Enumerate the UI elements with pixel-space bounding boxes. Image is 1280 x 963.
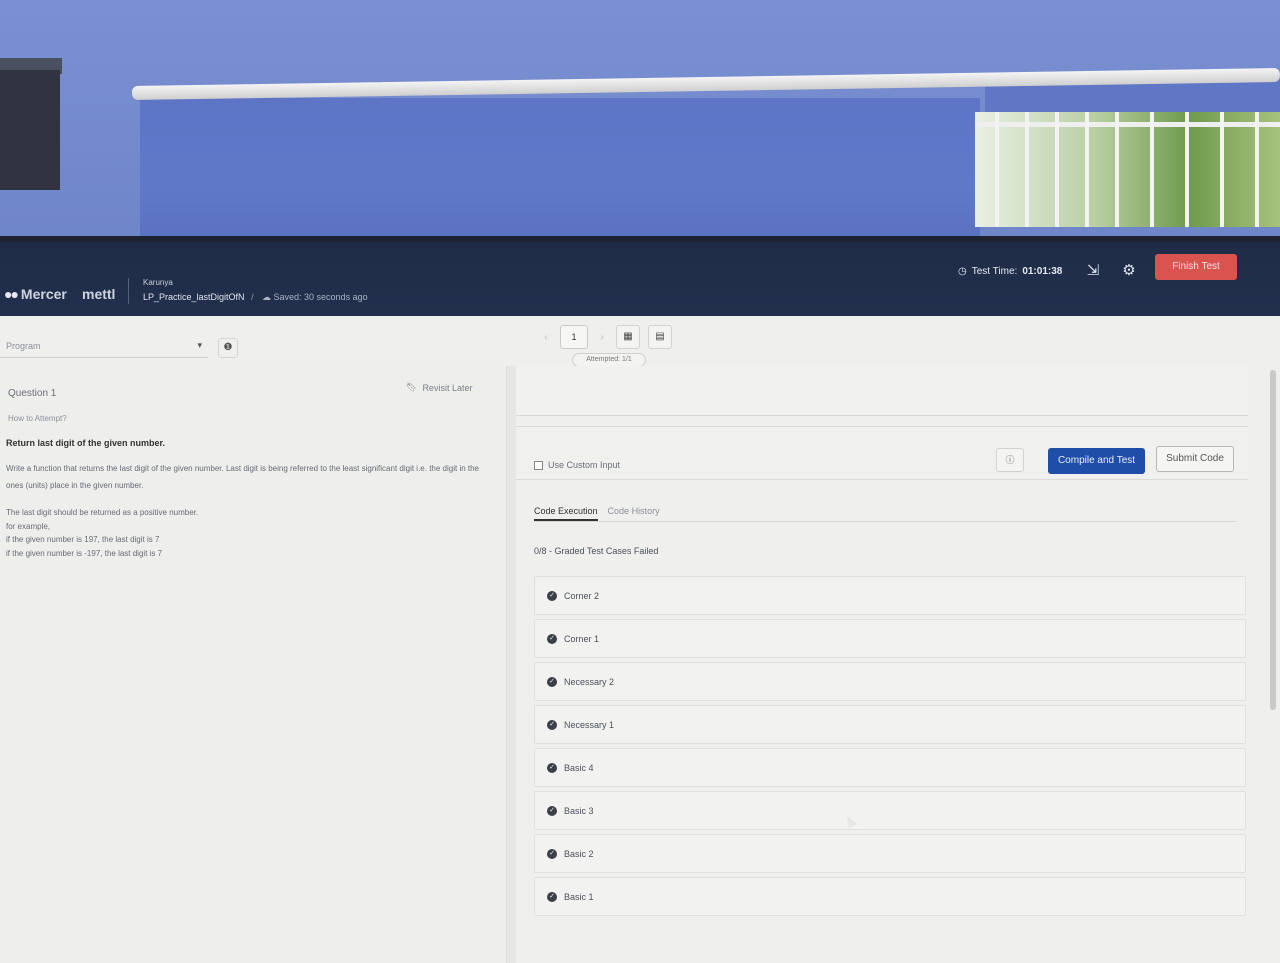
panel-splitter[interactable] [506,366,516,963]
how-to-attempt-link[interactable]: How to Attempt? [8,414,67,423]
screen: ●● Mercer mettl Karunya LP_Practice_lastD… [0,242,1280,963]
test-case-row[interactable]: ✓ Corner 2 [534,576,1246,615]
test-case-list: ✓ Corner 2 ✓ Corner 1 ✓ Necessary 2 ✓ Necess… [534,576,1246,920]
status-icon: ✓ [547,719,557,730]
status-icon: ✓ [547,590,557,601]
test-name: LP_Practice_lastDigitOfN / [143,292,254,302]
test-case-row[interactable]: ✓ Basic 2 [534,834,1246,873]
gear-icon[interactable]: ⚙ [1118,260,1140,282]
code-editor[interactable] [516,366,1248,416]
status-icon: ✓ [547,676,557,687]
submit-code-button[interactable]: Submit Code [1156,446,1234,472]
clock-icon: ◷ [958,266,967,277]
next-question-icon[interactable]: › [596,332,608,343]
question-title: Question 1 [8,388,57,399]
compile-and-test-button[interactable]: Compile and Test [1048,448,1145,474]
language-select[interactable]: Program ▾ [0,336,208,358]
user-name: Karunya [143,278,173,287]
status-icon: ✓ [547,848,557,859]
scrollbar[interactable] [1270,370,1276,710]
test-case-row[interactable]: ✓ Basic 3 [534,791,1246,830]
attempted-badge: Attempted: 1/1 [572,353,646,367]
monitor: ●● Mercer mettl Karunya LP_Practice_lastD… [0,236,1280,963]
question-examples: The last digit should be returned as a p… [6,508,199,558]
collapse-icon[interactable]: ⇲ [1082,260,1104,282]
test-case-row[interactable]: ✓ Basic 4 [534,748,1246,787]
test-case-row[interactable]: ✓ Necessary 2 [534,662,1246,701]
mercer-logo: ●● Mercer [4,286,67,302]
question-heading: Return last digit of the given number. [6,438,166,448]
result-tabs: Code Execution Code History [534,506,1236,522]
header-divider [128,278,129,304]
window-blind [140,98,980,248]
custom-input-checkbox[interactable]: Use Custom Input [534,460,620,470]
test-timer: ◷ Test Time: 01:01:38 [958,266,1063,277]
status-icon: ✓ [547,805,557,816]
saved-status: ☁ Saved: 30 seconds ago [262,292,368,302]
info-icon[interactable]: ❶ [218,338,238,358]
cabinet [0,70,60,190]
window [975,112,1280,227]
toolbar: Program ▾ ❶ ‹ 1 › ▦ ▤ Attempted: 1/1 [0,316,1280,367]
tab-code-execution[interactable]: Code Execution [534,506,598,521]
status-icon: ✓ [547,891,557,902]
finish-test-button[interactable]: Finish Test [1155,254,1237,280]
bookmark-icon: 🔖︎ [406,382,418,392]
tab-code-history[interactable]: Code History [608,506,660,521]
question-panel: Question 1 🔖︎ Revisit Later How to Attem… [0,366,505,963]
test-case-row[interactable]: ✓ Corner 1 [534,619,1246,658]
page-number[interactable]: 1 [560,325,588,349]
info-icon-button[interactable]: ⓘ [996,448,1024,472]
prev-question-icon[interactable]: ‹ [540,332,552,343]
cloud-icon: ☁ [262,292,271,302]
mettl-logo: mettl [82,286,116,302]
grid-view-icon[interactable]: ▦ [616,325,640,349]
revisit-later-button[interactable]: 🔖︎ Revisit Later [406,382,472,393]
checkbox[interactable] [534,460,543,470]
result-summary: 0/8 - Graded Test Cases Failed [534,546,659,556]
app-header: ●● Mercer mettl Karunya LP_Practice_lastD… [0,242,1280,316]
calculator-icon[interactable]: ▤ [648,325,672,349]
chevron-down-icon: ▾ [197,340,202,350]
test-case-row[interactable]: ✓ Necessary 1 [534,705,1246,744]
status-icon: ✓ [547,633,557,644]
status-icon: ✓ [547,762,557,773]
question-paragraph: Write a function that returns the last d… [6,464,480,490]
code-panel: Use Custom Input ⓘ Compile and Test Subm… [516,366,1280,963]
question-pager: ‹ 1 › ▦ ▤ [540,325,672,349]
test-case-row[interactable]: ✓ Basic 1 [534,877,1246,916]
